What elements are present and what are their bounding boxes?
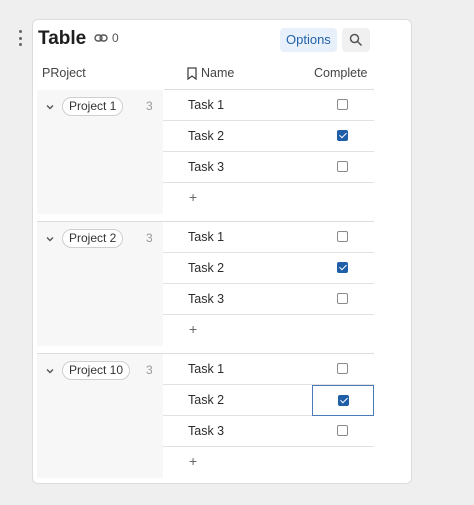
- column-header-project[interactable]: PRoject: [42, 66, 86, 80]
- complete-checkbox[interactable]: [338, 395, 349, 406]
- bookmark-icon: [187, 66, 197, 80]
- complete-checkbox[interactable]: [337, 130, 348, 141]
- group-project-2: Project 2 3 Task 1 Task 2 Task 3 +: [37, 222, 374, 346]
- link-icon: [94, 34, 108, 42]
- table-row[interactable]: Task 1: [163, 222, 374, 253]
- add-row-button[interactable]: +: [189, 453, 197, 469]
- project-pill[interactable]: Project 2: [62, 229, 124, 248]
- complete-checkbox[interactable]: [337, 99, 348, 110]
- complete-checkbox[interactable]: [337, 293, 348, 304]
- task-name[interactable]: Task 1: [188, 362, 224, 376]
- group-project-10: Project 10 3 Task 1 Task 2 Task 3 +: [37, 354, 374, 478]
- group-count: 3: [146, 363, 153, 377]
- group-count: 3: [146, 231, 153, 245]
- search-button[interactable]: [342, 28, 370, 52]
- group-cell: Project 10 3: [37, 354, 163, 478]
- table-header: Table 0 Options: [33, 20, 411, 60]
- options-button[interactable]: Options: [280, 28, 337, 52]
- drag-handle-icon[interactable]: [13, 30, 27, 46]
- add-row[interactable]: +: [163, 315, 374, 345]
- table-row[interactable]: Task 3: [163, 416, 374, 447]
- complete-checkbox[interactable]: [337, 262, 348, 273]
- complete-checkbox[interactable]: [337, 425, 348, 436]
- column-header-complete[interactable]: Complete: [314, 66, 368, 80]
- project-pill[interactable]: Project 1: [62, 97, 124, 116]
- group-count: 3: [146, 99, 153, 113]
- group-project-1: Project 1 3 Task 1 Task 2 Task 3 +: [37, 90, 374, 214]
- task-name[interactable]: Task 1: [188, 98, 224, 112]
- project-pill[interactable]: Project 10: [62, 361, 131, 380]
- task-name[interactable]: Task 3: [188, 292, 224, 306]
- table-row[interactable]: Task 1: [163, 354, 374, 385]
- complete-checkbox[interactable]: [337, 231, 348, 242]
- add-row-button[interactable]: +: [189, 189, 197, 205]
- table-row[interactable]: Task 3: [163, 152, 374, 183]
- group-cell: Project 2 3: [37, 222, 163, 346]
- task-name[interactable]: Task 2: [188, 129, 224, 143]
- search-icon: [349, 33, 363, 47]
- table-row[interactable]: Task 2: [163, 121, 374, 152]
- table-row[interactable]: Task 1: [163, 90, 374, 121]
- add-row[interactable]: +: [163, 183, 374, 213]
- table-row[interactable]: Task 2: [163, 253, 374, 284]
- task-name[interactable]: Task 2: [188, 261, 224, 275]
- table-row[interactable]: Task 3: [163, 284, 374, 315]
- chevron-down-icon[interactable]: [45, 366, 55, 376]
- task-name[interactable]: Task 2: [188, 393, 224, 407]
- focused-cell[interactable]: [312, 385, 374, 416]
- chevron-down-icon[interactable]: [45, 102, 55, 112]
- task-name[interactable]: Task 3: [188, 160, 224, 174]
- table-card: Table 0 Options PRoject Name Complete Pr…: [32, 19, 412, 484]
- task-name[interactable]: Task 1: [188, 230, 224, 244]
- column-header-name-label: Name: [201, 66, 235, 80]
- add-row[interactable]: +: [163, 447, 374, 477]
- table-row[interactable]: Task 2: [163, 385, 374, 416]
- link-counter[interactable]: 0: [94, 31, 119, 45]
- link-count: 0: [112, 31, 119, 45]
- column-header-name[interactable]: Name: [187, 66, 234, 80]
- task-name[interactable]: Task 3: [188, 424, 224, 438]
- chevron-down-icon[interactable]: [45, 234, 55, 244]
- group-cell: Project 1 3: [37, 90, 163, 214]
- page-title: Table: [38, 28, 87, 49]
- complete-checkbox[interactable]: [337, 363, 348, 374]
- add-row-button[interactable]: +: [189, 321, 197, 337]
- complete-checkbox[interactable]: [337, 161, 348, 172]
